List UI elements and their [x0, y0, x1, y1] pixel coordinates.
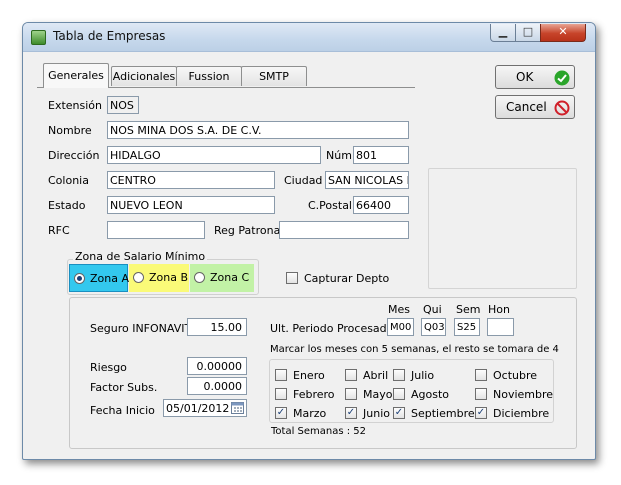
total-semanas-label: Total Semanas : 52	[271, 426, 367, 437]
check-circle-icon	[554, 70, 570, 86]
tab-fussion[interactable]: Fussion	[176, 66, 242, 86]
estado-label: Estado	[48, 199, 86, 212]
seguro-infonavit-label: Seguro INFONAVIT	[90, 322, 192, 335]
rfc-field[interactable]	[107, 221, 205, 239]
zona-a-option[interactable]: Zona A	[69, 264, 129, 292]
title-bar[interactable]: Tabla de Empresas ▁ □ ✕	[23, 23, 595, 52]
periodo-sem-field[interactable]: S25	[454, 318, 480, 336]
num-label: Núm	[326, 149, 352, 162]
colonia-label: Colonia	[48, 174, 89, 187]
extension-field[interactable]: NOS	[107, 96, 139, 114]
colonia-field[interactable]: CENTRO	[107, 171, 275, 189]
mes-marzo-checkbox[interactable]: ✓	[275, 407, 287, 419]
mes-febrero-checkbox[interactable]	[275, 388, 287, 400]
mes-noviembre-checkbox[interactable]	[475, 388, 487, 400]
seguro-infonavit-field[interactable]: 15.00	[187, 318, 247, 336]
cancel-button[interactable]: Cancel	[495, 95, 575, 119]
zona-a-radio[interactable]	[74, 273, 85, 284]
mes-enero-checkbox[interactable]	[275, 369, 287, 381]
periodo-qui-field[interactable]: Q03	[421, 318, 446, 336]
ciudad-field[interactable]: SAN NICOLAS DE	[325, 171, 409, 189]
mes-abril-label: Abril	[363, 369, 389, 382]
cancel-label: Cancel	[506, 100, 547, 114]
mes-septiembre-label: Septiembre	[411, 407, 475, 420]
mes-diciembre-label: Diciembre	[493, 407, 550, 420]
ok-label: OK	[516, 70, 534, 84]
zona-b-option[interactable]: Zona B	[129, 264, 189, 292]
tab-adicionales[interactable]: Adicionales	[111, 66, 177, 86]
maximize-button[interactable]: □	[515, 24, 541, 42]
capturar-depto-checkbox[interactable]	[286, 272, 298, 284]
regpatronal-label: Reg Patronal	[214, 224, 284, 237]
qui-header: Qui	[423, 303, 442, 316]
mes-julio-checkbox[interactable]	[393, 369, 405, 381]
mes-marzo-label: Marzo	[293, 407, 327, 420]
sem-header: Sem	[456, 303, 481, 316]
factor-subs-field[interactable]: 0.0000	[187, 377, 247, 395]
dialog-window: Tabla de Empresas ▁ □ ✕ Generales Adicio…	[22, 22, 596, 460]
periodo-mes-field[interactable]: M00	[387, 318, 414, 336]
mes-junio-label: Junio	[363, 407, 390, 420]
capturar-depto-label: Capturar Depto	[304, 272, 390, 285]
mes-octubre-label: Octubre	[493, 369, 538, 382]
zona-c-radio[interactable]	[194, 272, 205, 283]
no-entry-icon	[554, 100, 570, 116]
mes-julio-label: Julio	[411, 369, 435, 382]
mes-septiembre-checkbox[interactable]: ✓	[393, 407, 405, 419]
nombre-label: Nombre	[48, 124, 92, 137]
rfc-label: RFC	[48, 224, 70, 237]
tab-generales[interactable]: Generales	[43, 63, 109, 88]
zona-b-label: Zona B	[149, 271, 189, 284]
factor-subs-label: Factor Subs.	[90, 381, 158, 394]
cpostal-field[interactable]: 66400	[353, 196, 409, 214]
calendar-icon[interactable]	[231, 401, 244, 414]
fecha-inicio-label: Fecha Inicio	[90, 404, 155, 417]
ok-button[interactable]: OK	[495, 65, 575, 89]
window-title: Tabla de Empresas	[53, 29, 166, 43]
cpostal-label: C.Postal	[308, 199, 352, 212]
mes-header: Mes	[388, 303, 410, 316]
app-icon	[31, 30, 46, 45]
riesgo-label: Riesgo	[90, 361, 127, 374]
tab-smtp[interactable]: SMTP	[241, 66, 307, 86]
mes-noviembre-label: Noviembre	[493, 388, 554, 401]
mes-junio-checkbox[interactable]: ✓	[345, 407, 357, 419]
direccion-field[interactable]: HIDALGO	[107, 146, 321, 164]
minimize-button[interactable]: ▁	[490, 24, 516, 42]
mes-agosto-label: Agosto	[411, 388, 450, 401]
mes-octubre-checkbox[interactable]	[475, 369, 487, 381]
marcar-meses-text: Marcar los meses con 5 semanas, el resto…	[270, 344, 559, 355]
zona-group-title: Zona de Salario Mínimo	[73, 250, 208, 263]
zona-c-label: Zona C	[210, 271, 250, 284]
extension-label: Extensión	[48, 99, 103, 112]
mes-mayo-checkbox[interactable]	[345, 388, 357, 400]
num-field[interactable]: 801	[353, 146, 409, 164]
mes-abril-checkbox[interactable]	[345, 369, 357, 381]
mes-mayo-label: Mayo	[363, 388, 393, 401]
logo-image-box[interactable]	[428, 168, 577, 289]
ult-periodo-label: Ult. Periodo Procesado	[270, 322, 394, 335]
zona-c-option[interactable]: Zona C	[190, 264, 254, 292]
riesgo-field[interactable]: 0.00000	[187, 357, 247, 375]
regpatronal-field[interactable]	[279, 221, 409, 239]
estado-field[interactable]: NUEVO LEON	[107, 196, 275, 214]
mes-febrero-label: Febrero	[293, 388, 335, 401]
close-button[interactable]: ✕	[540, 24, 586, 42]
mes-agosto-checkbox[interactable]	[393, 388, 405, 400]
mes-enero-label: Enero	[293, 369, 325, 382]
zona-b-radio[interactable]	[133, 272, 144, 283]
periodo-hon-field[interactable]	[487, 318, 514, 336]
hon-header: Hon	[488, 303, 510, 316]
direccion-label: Dirección	[48, 149, 100, 162]
zona-a-label: Zona A	[90, 272, 129, 285]
ciudad-label: Ciudad	[284, 174, 323, 187]
nombre-field[interactable]: NOS MINA DOS S.A. DE C.V.	[107, 121, 409, 139]
mes-diciembre-checkbox[interactable]: ✓	[475, 407, 487, 419]
